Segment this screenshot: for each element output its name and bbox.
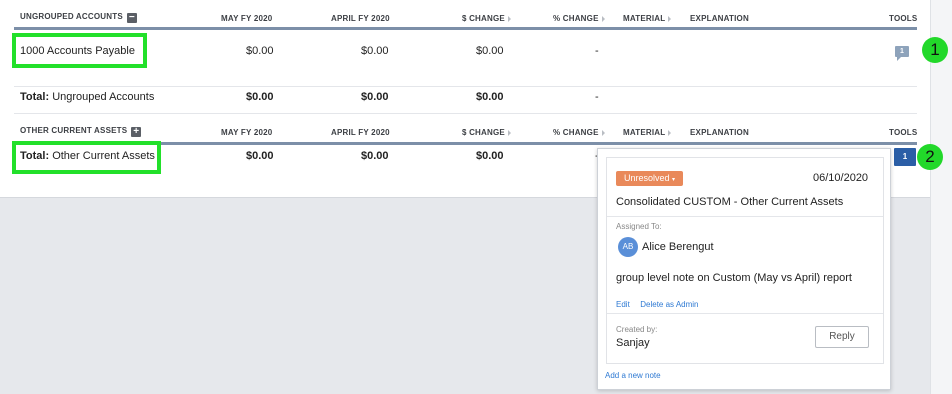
col-material-label: MATERIAL <box>623 128 666 137</box>
divider <box>607 313 883 314</box>
col-material-label: MATERIAL <box>623 14 666 23</box>
note-title: Consolidated CUSTOM - Other Current Asse… <box>616 196 844 208</box>
col-april: APRIL FY 2020 <box>331 14 390 23</box>
col-change[interactable]: $ CHANGE <box>462 128 511 137</box>
group-header-other-current-assets: OTHER CURRENT ASSETS + <box>20 126 142 137</box>
note-popup: Unresolved ▾ 06/10/2020 Consolidated CUS… <box>597 148 891 390</box>
total-change: $0.00 <box>476 91 504 103</box>
delete-admin-link[interactable]: Delete as Admin <box>640 300 698 309</box>
divider <box>607 216 883 217</box>
total-name: Ungrouped Accounts <box>52 91 155 103</box>
assignee-name: Alice Berengut <box>642 241 714 253</box>
note-icon[interactable]: 1 <box>895 46 909 61</box>
highlight-box-1 <box>12 33 147 68</box>
row-divider <box>14 86 917 87</box>
total-prefix: Total: <box>20 91 50 103</box>
creator-name: Sanjay <box>616 337 650 349</box>
group-title: UNGROUPED ACCOUNTS <box>20 12 123 21</box>
sort-icon <box>507 129 511 136</box>
group-header-ungrouped: UNGROUPED ACCOUNTS − <box>20 12 137 23</box>
col-pct[interactable]: % CHANGE <box>553 14 605 23</box>
caret-down-icon: ▾ <box>672 177 676 183</box>
avatar: AB <box>618 237 638 257</box>
collapse-group-button[interactable]: − <box>126 13 137 23</box>
col-may: MAY FY 2020 <box>221 128 273 137</box>
total-ungrouped-label: Total: Ungrouped Accounts <box>20 91 154 103</box>
highlight-box-2 <box>12 141 161 174</box>
col-tools: TOOLS <box>889 14 918 23</box>
reply-button[interactable]: Reply <box>815 326 869 348</box>
total-april: $0.00 <box>361 150 389 162</box>
col-pct-label: % CHANGE <box>553 14 599 23</box>
group-title: OTHER CURRENT ASSETS <box>20 126 128 135</box>
status-label: Unresolved <box>624 173 670 183</box>
sort-icon <box>668 15 672 22</box>
header-rule <box>14 27 917 30</box>
total-april: $0.00 <box>361 91 389 103</box>
col-explanation: EXPLANATION <box>690 14 749 23</box>
change-value: $0.00 <box>476 45 504 57</box>
april-value: $0.00 <box>361 45 389 57</box>
created-label: Created by: <box>616 325 658 334</box>
status-dropdown[interactable]: Unresolved ▾ <box>616 171 684 186</box>
row-divider <box>14 113 917 114</box>
pct-value: - <box>595 45 599 57</box>
edit-link[interactable]: Edit <box>616 300 630 309</box>
col-material[interactable]: MATERIAL <box>623 14 672 23</box>
note-actions: Edit Delete as Admin <box>616 294 699 312</box>
expand-group-button[interactable]: + <box>131 127 142 137</box>
may-value: $0.00 <box>246 45 274 57</box>
note-body: group level note on Custom (May vs April… <box>616 272 852 284</box>
col-change[interactable]: $ CHANGE <box>462 14 511 23</box>
col-tools: TOOLS <box>889 128 918 137</box>
total-may: $0.00 <box>246 91 274 103</box>
sort-icon <box>601 129 605 136</box>
col-change-label: $ CHANGE <box>462 128 505 137</box>
callout-badge-1: 1 <box>922 37 948 63</box>
col-may: MAY FY 2020 <box>221 14 273 23</box>
note-card: Unresolved ▾ 06/10/2020 Consolidated CUS… <box>606 157 884 364</box>
col-change-label: $ CHANGE <box>462 14 505 23</box>
col-pct-label: % CHANGE <box>553 128 599 137</box>
assigned-label: Assigned To: <box>616 222 662 231</box>
sort-icon <box>507 15 511 22</box>
col-material[interactable]: MATERIAL <box>623 128 672 137</box>
total-change: $0.00 <box>476 150 504 162</box>
note-date: 06/10/2020 <box>813 172 869 184</box>
callout-badge-2: 2 <box>917 144 943 170</box>
col-april: APRIL FY 2020 <box>331 128 390 137</box>
note-icon-active[interactable]: 1 <box>894 148 916 166</box>
sort-icon <box>668 129 672 136</box>
total-may: $0.00 <box>246 150 274 162</box>
sort-icon <box>601 15 605 22</box>
total-pct: - <box>595 91 599 103</box>
col-pct[interactable]: % CHANGE <box>553 128 605 137</box>
col-explanation: EXPLANATION <box>690 128 749 137</box>
add-note-link[interactable]: Add a new note <box>605 371 661 380</box>
